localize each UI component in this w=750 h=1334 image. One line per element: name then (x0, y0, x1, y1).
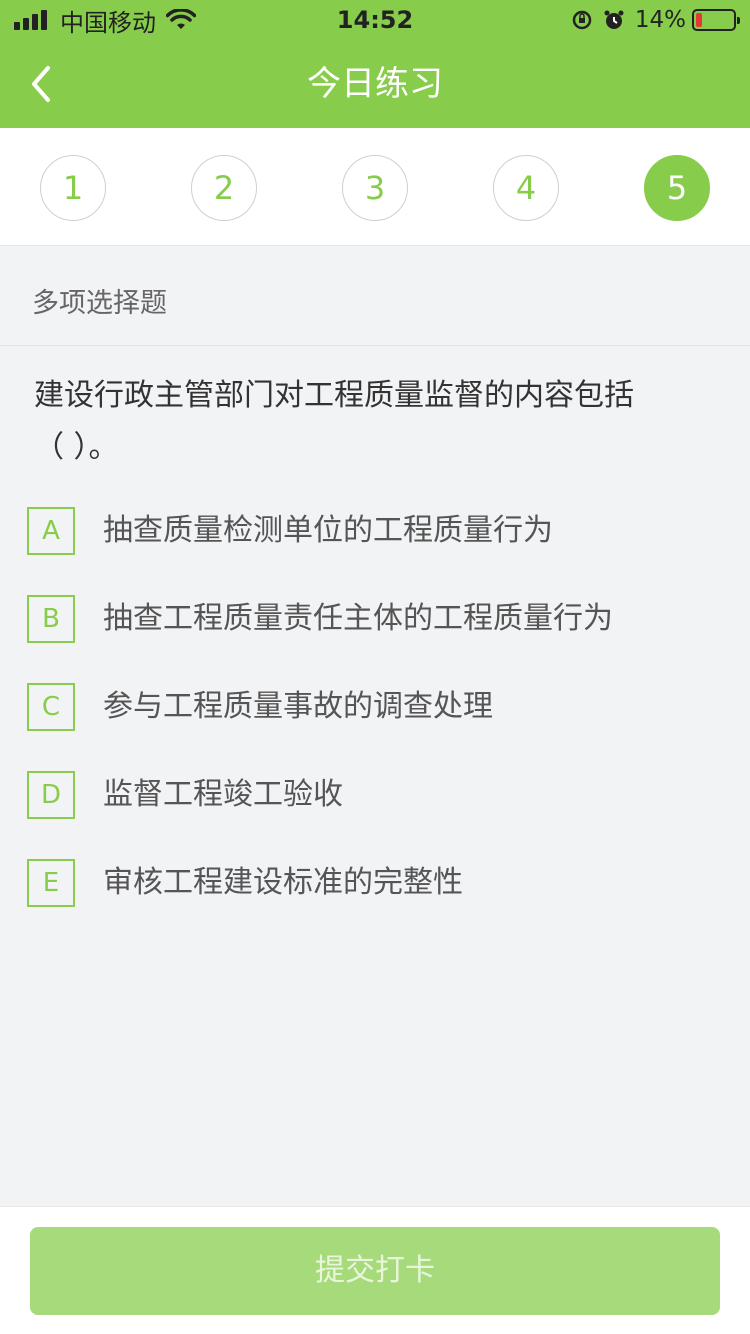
option-letter: A (27, 507, 75, 555)
option-text: 参与工程质量事故的调查处理 (103, 689, 493, 724)
header: 中国移动 14:52 14% 今日练习 (0, 0, 750, 128)
question-text: 建设行政主管部门对工程质量监督的内容包括 (34, 378, 634, 413)
question-number-2[interactable]: 2 (191, 155, 257, 221)
option-letter: B (27, 595, 75, 643)
status-bar: 中国移动 14:52 14% (0, 0, 750, 40)
question-number-5[interactable]: 5 (644, 155, 710, 221)
question-number-1[interactable]: 1 (40, 155, 106, 221)
page-title: 今日练习 (307, 64, 443, 104)
submit-checkin-button[interactable]: 提交打卡 (30, 1227, 720, 1315)
question-type-row: 多项选择题 (0, 247, 750, 346)
option-a[interactable]: A 抽查质量检测单位的工程质量行为 (27, 507, 727, 555)
alarm-icon (604, 10, 624, 29)
option-letter: D (27, 771, 75, 819)
bottom-bar: 提交打卡 (0, 1206, 750, 1334)
option-text: 监督工程竣工验收 (103, 777, 343, 812)
option-letter: E (27, 859, 75, 907)
battery-icon (692, 9, 740, 31)
question-type: 多项选择题 (32, 288, 167, 319)
option-text: 抽查质量检测单位的工程质量行为 (103, 513, 553, 548)
nav-bar: 今日练习 (0, 40, 750, 128)
question-text-blank: （ ）。 (34, 430, 119, 465)
option-d[interactable]: D 监督工程竣工验收 (27, 771, 727, 819)
battery-percent: 14% (634, 7, 686, 33)
option-text: 审核工程建设标准的完整性 (103, 865, 463, 900)
orientation-lock-icon (572, 10, 592, 30)
option-letter: C (27, 683, 75, 731)
option-text: 抽查工程质量责任主体的工程质量行为 (103, 601, 613, 636)
question-number-3[interactable]: 3 (342, 155, 408, 221)
option-e[interactable]: E 审核工程建设标准的完整性 (27, 859, 727, 907)
question-number-strip: 1 2 3 4 5 (0, 128, 750, 246)
option-c[interactable]: C 参与工程质量事故的调查处理 (27, 683, 727, 731)
question-number-4[interactable]: 4 (493, 155, 559, 221)
option-b[interactable]: B 抽查工程质量责任主体的工程质量行为 (27, 595, 727, 643)
